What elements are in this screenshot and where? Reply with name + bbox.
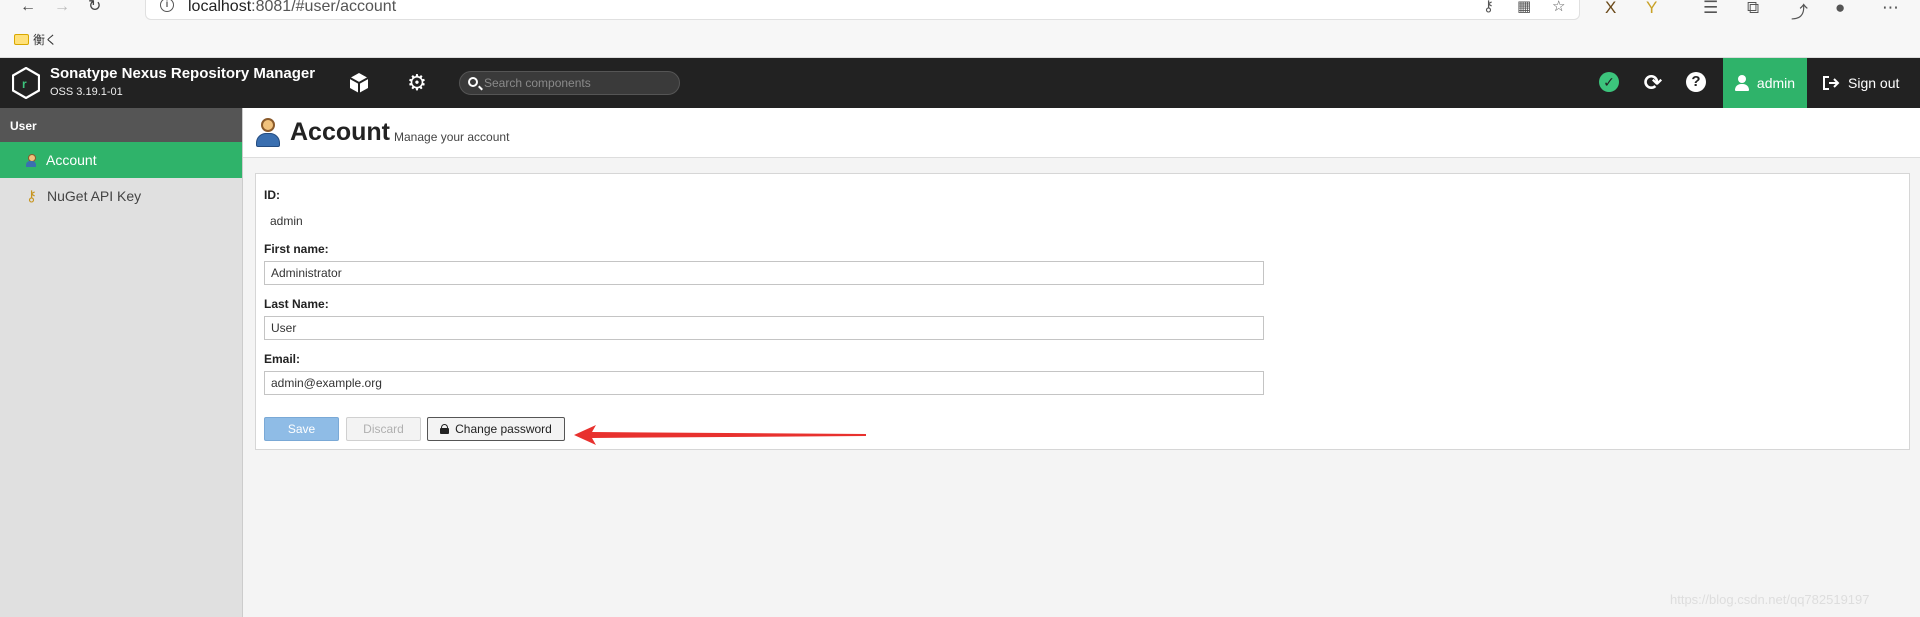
save-button[interactable]: Save <box>264 417 339 441</box>
annotation-arrow <box>574 425 866 445</box>
sidebar: User Account ⚷ NuGet API Key <box>0 108 243 617</box>
sidebar-section-title: User <box>0 108 242 142</box>
signout-button[interactable]: Sign out <box>1822 58 1899 108</box>
nexus-logo-icon[interactable]: r <box>12 67 40 99</box>
brand-title: Sonatype Nexus Repository Manager <box>50 65 316 82</box>
bookmark-label: 衡く <box>33 33 58 47</box>
help-icon[interactable]: ? <box>1686 72 1706 92</box>
bookmark-folder[interactable]: 衡く <box>14 31 57 48</box>
search-input[interactable] <box>484 75 674 91</box>
folder-icon <box>14 34 29 45</box>
qr-code-icon[interactable]: ▦ <box>1517 0 1531 15</box>
discard-button[interactable]: Discard <box>346 417 421 441</box>
share-icon[interactable]: ⤴ <box>1791 0 1808 23</box>
system-status-check-icon[interactable]: ✓ <box>1599 72 1619 92</box>
user-menu-button[interactable]: admin <box>1723 58 1807 108</box>
favorites-icon[interactable]: ☰ <box>1703 0 1718 18</box>
sidebar-item-account[interactable]: Account <box>0 142 242 178</box>
page-subtitle: Manage your account <box>394 130 510 144</box>
search-box[interactable] <box>459 71 680 95</box>
sidebar-item-nuget-api-key[interactable]: ⚷ NuGet API Key <box>0 178 242 214</box>
watermark-text: https://blog.csdn.net/qq782519197 <box>1670 592 1870 607</box>
account-user-icon <box>256 118 280 148</box>
extension-y-icon[interactable]: Y <box>1646 0 1657 18</box>
extension-x-icon[interactable]: X <box>1605 0 1616 18</box>
change-password-button[interactable]: Change password <box>427 417 565 441</box>
lock-icon <box>440 424 450 434</box>
sidebar-item-label: Account <box>46 152 97 168</box>
favorite-star-icon[interactable]: ☆ <box>1552 0 1565 15</box>
forward-icon[interactable]: → <box>54 0 70 15</box>
signout-icon <box>1823 76 1840 90</box>
refresh-icon[interactable]: ↻ <box>88 0 101 15</box>
back-icon[interactable]: ← <box>20 0 36 15</box>
user-icon <box>1734 75 1749 91</box>
signout-label: Sign out <box>1848 75 1900 91</box>
user-label: admin <box>1756 75 1796 91</box>
collections-icon[interactable]: ⧉ <box>1747 0 1759 18</box>
url-text: localhost:8081/#user/account <box>188 0 397 15</box>
svg-text:r: r <box>22 77 27 91</box>
info-icon[interactable]: i <box>160 0 174 12</box>
search-icon <box>468 77 478 87</box>
user-icon <box>26 153 36 167</box>
change-password-label: Change password <box>455 422 552 436</box>
main-content: Account Manage your account ID: admin Fi… <box>243 108 1920 617</box>
page-header: Account Manage your account <box>243 108 1920 158</box>
brand-version: OSS 3.19.1-01 <box>50 86 123 98</box>
page-title: Account <box>290 118 390 146</box>
email-label: Email: <box>264 352 301 366</box>
id-label: ID: <box>264 188 280 202</box>
last-name-label: Last Name: <box>264 297 329 311</box>
first-name-label: First name: <box>264 242 329 256</box>
settings-gear-icon[interactable]: ⚙ <box>404 70 430 96</box>
bookmarks-bar: 衡く <box>0 22 1920 58</box>
refresh-icon[interactable]: ⟳ <box>1640 70 1666 96</box>
id-value: admin <box>270 214 303 228</box>
sidebar-item-label: NuGet API Key <box>47 188 142 204</box>
first-name-field[interactable] <box>264 261 1264 285</box>
key-icon: ⚷ <box>26 188 37 205</box>
browse-cube-icon[interactable] <box>346 70 372 96</box>
profile-icon[interactable]: ● <box>1835 0 1845 18</box>
app-header: r Sonatype Nexus Repository Manager OSS … <box>0 58 1920 108</box>
address-bar[interactable]: i localhost:8081/#user/account ⚷ ▦ ☆ <box>145 0 1580 20</box>
key-icon[interactable]: ⚷ <box>1483 0 1494 15</box>
last-name-field[interactable] <box>264 316 1264 340</box>
email-field[interactable] <box>264 371 1264 395</box>
more-icon[interactable]: ⋯ <box>1882 0 1899 18</box>
account-form: ID: admin First name: Last Name: Email: … <box>255 173 1910 450</box>
browser-toolbar: ← → ↻ i localhost:8081/#user/account ⚷ ▦… <box>0 0 1920 22</box>
